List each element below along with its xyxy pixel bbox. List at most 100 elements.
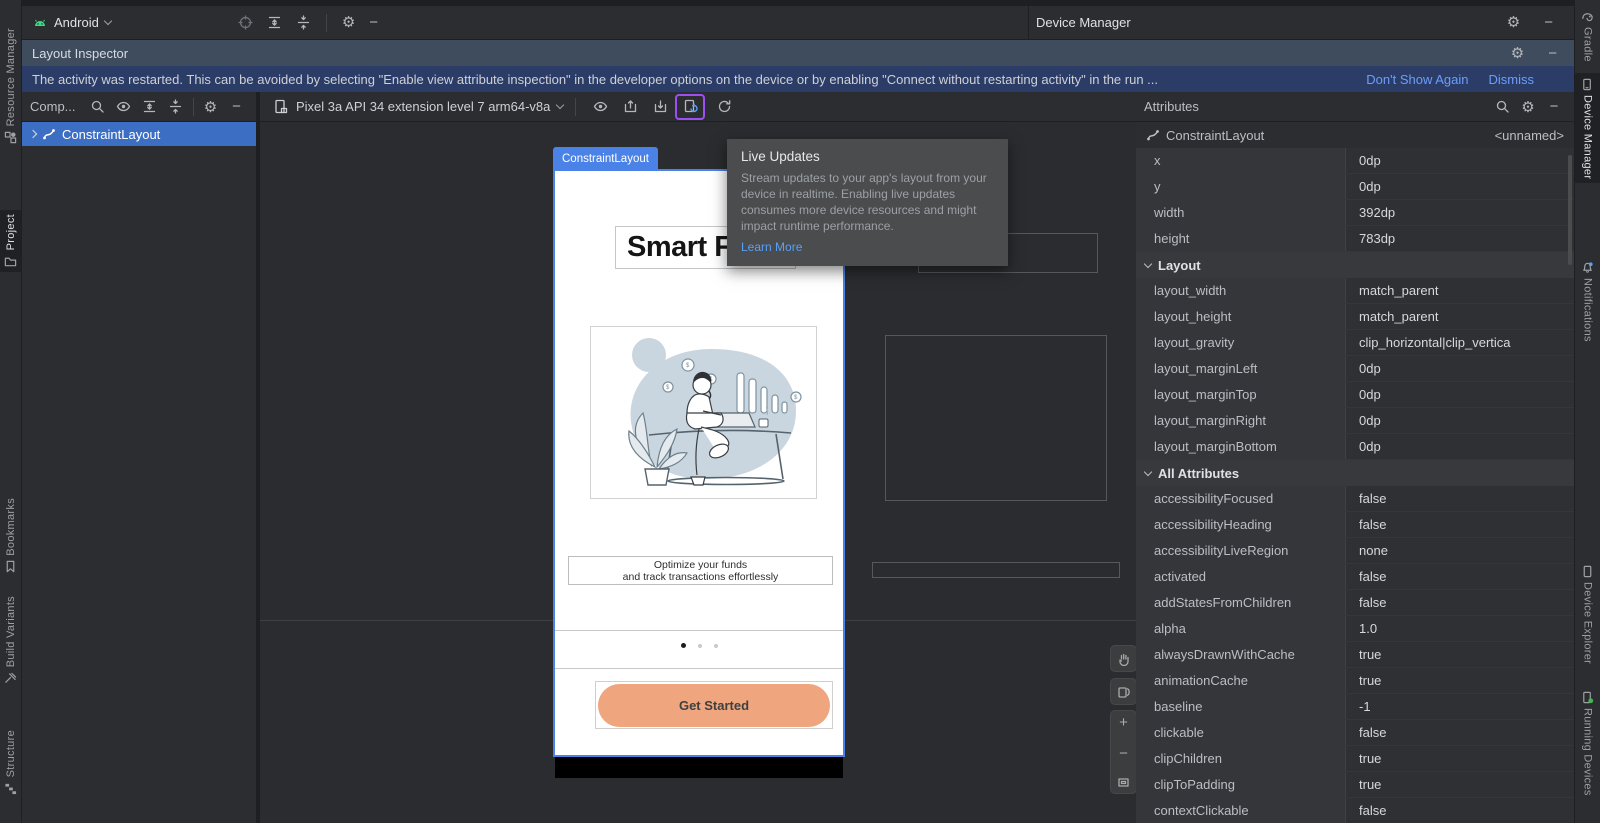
hide-window-icon[interactable]: − — [362, 15, 385, 30]
attribute-value[interactable]: true — [1345, 642, 1574, 667]
get-started-button[interactable]: Get Started — [598, 683, 830, 727]
stripe-device-explorer[interactable]: Device Explorer — [1575, 560, 1600, 668]
attribute-row[interactable]: x 0dp — [1136, 148, 1574, 174]
attribute-value[interactable]: false — [1345, 590, 1574, 615]
collapse-all-icon[interactable] — [164, 96, 188, 118]
settings-gear-icon[interactable]: ⚙ — [199, 96, 223, 118]
device-select[interactable]: Pixel 3a API 34 extension level 7 arm64-… — [274, 99, 565, 114]
settings-gear-icon[interactable]: ⚙ — [1504, 46, 1531, 61]
attribute-value[interactable]: -1 — [1345, 694, 1574, 719]
attribute-value[interactable]: true — [1345, 668, 1574, 693]
scrollbar-thumb[interactable] — [1568, 155, 1572, 265]
attribute-row[interactable]: layout_width match_parent — [1136, 278, 1574, 304]
attribute-row[interactable]: clickable false — [1136, 720, 1574, 746]
search-icon[interactable] — [86, 96, 110, 118]
attribute-value[interactable]: 0dp — [1345, 148, 1574, 173]
attribute-value[interactable]: 392dp — [1345, 200, 1574, 225]
hide-panel-icon[interactable]: − — [1542, 96, 1566, 118]
attribute-value[interactable]: true — [1345, 772, 1574, 797]
stripe-structure[interactable]: Structure — [0, 726, 21, 799]
expand-all-icon[interactable] — [138, 96, 162, 118]
hide-window-icon[interactable]: − — [1537, 15, 1560, 30]
export-snapshot-icon[interactable] — [618, 96, 642, 118]
refresh-icon[interactable] — [712, 96, 736, 118]
expand-node-chevron-icon[interactable] — [28, 129, 38, 139]
attribute-value[interactable]: 0dp — [1345, 382, 1574, 407]
attribute-row[interactable]: accessibilityLiveRegion none — [1136, 538, 1574, 564]
learn-more-link[interactable]: Learn More — [741, 240, 802, 254]
stripe-bookmarks[interactable]: Bookmarks — [0, 494, 21, 578]
attribute-row[interactable]: alwaysDrawnWithCache true — [1136, 642, 1574, 668]
attribute-value[interactable]: 0dp — [1345, 356, 1574, 381]
attribute-value[interactable]: false — [1345, 720, 1574, 745]
attribute-row[interactable]: layout_marginRight 0dp — [1136, 408, 1574, 434]
attribute-value[interactable]: 783dp — [1345, 226, 1574, 251]
stripe-notifications[interactable]: Notifications — [1575, 256, 1600, 346]
hide-panel-icon[interactable]: − — [225, 96, 249, 118]
attribute-value[interactable]: 0dp — [1345, 408, 1574, 433]
attribute-row[interactable]: accessibilityFocused false — [1136, 486, 1574, 512]
stripe-resource-manager[interactable]: Resource Manager — [0, 24, 21, 148]
attribute-row[interactable]: height 783dp — [1136, 226, 1574, 252]
zoom-to-fit-button[interactable] — [1117, 776, 1130, 789]
attribute-row[interactable]: animationCache true — [1136, 668, 1574, 694]
stripe-running-devices[interactable]: Running Devices — [1575, 686, 1600, 800]
attribute-row[interactable]: alpha 1.0 — [1136, 616, 1574, 642]
search-icon[interactable] — [1490, 96, 1514, 118]
tree-node-constraintlayout[interactable]: ConstraintLayout — [22, 122, 256, 146]
attributes-section-header[interactable]: All Attributes — [1136, 460, 1574, 486]
zoom-out-button[interactable]: − — [1119, 746, 1128, 761]
attribute-value[interactable]: match_parent — [1345, 304, 1574, 329]
selected-view-tab[interactable]: ConstraintLayout — [553, 147, 658, 170]
live-updates-toggle-icon[interactable] — [678, 96, 702, 118]
view-options-eye-icon[interactable] — [112, 96, 136, 118]
attribute-row[interactable]: layout_marginTop 0dp — [1136, 382, 1574, 408]
attribute-value[interactable]: false — [1345, 564, 1574, 589]
settings-gear-icon[interactable]: ⚙ — [335, 15, 362, 30]
stripe-device-manager[interactable]: Device Manager — [1575, 73, 1600, 184]
dont-show-again-link[interactable]: Don't Show Again — [1366, 72, 1468, 87]
stripe-build-variants[interactable]: Build Variants — [0, 592, 21, 689]
attribute-row[interactable]: layout_marginBottom 0dp — [1136, 434, 1574, 460]
view-options-eye-icon[interactable] — [588, 96, 612, 118]
pan-tool-button[interactable] — [1110, 645, 1136, 672]
stripe-project[interactable]: Project — [0, 210, 21, 273]
dismiss-link[interactable]: Dismiss — [1489, 72, 1535, 87]
attribute-value[interactable]: match_parent — [1345, 278, 1574, 303]
attribute-row[interactable]: clipChildren true — [1136, 746, 1574, 772]
attribute-value[interactable]: false — [1345, 512, 1574, 537]
settings-gear-icon[interactable]: ⚙ — [1516, 96, 1540, 118]
zoom-in-button[interactable]: + — [1119, 715, 1128, 730]
stripe-gradle[interactable]: Gradle — [1575, 5, 1600, 66]
expand-all-icon[interactable] — [260, 15, 289, 30]
attribute-row[interactable]: contextClickable false — [1136, 798, 1574, 823]
collapse-all-icon[interactable] — [289, 15, 318, 30]
import-snapshot-icon[interactable] — [648, 96, 672, 118]
attribute-value[interactable]: clip_horizontal|clip_vertica — [1345, 330, 1574, 355]
attribute-row[interactable]: clipToPadding true — [1136, 772, 1574, 798]
attach-debugger-icon[interactable] — [231, 15, 260, 30]
3d-mode-button[interactable] — [1110, 678, 1136, 705]
attribute-row[interactable]: activated false — [1136, 564, 1574, 590]
settings-gear-icon[interactable]: ⚙ — [1500, 15, 1527, 30]
attribute-value[interactable]: 0dp — [1345, 434, 1574, 459]
attributes-section-header[interactable]: Layout — [1136, 252, 1574, 278]
layout-inspector-canvas[interactable]: Pixel 3a API 34 extension level 7 arm64-… — [260, 92, 1136, 823]
attribute-row[interactable]: addStatesFromChildren false — [1136, 590, 1574, 616]
attribute-row[interactable]: y 0dp — [1136, 174, 1574, 200]
attribute-row[interactable]: width 392dp — [1136, 200, 1574, 226]
attribute-row[interactable]: layout_height match_parent — [1136, 304, 1574, 330]
attribute-value[interactable]: true — [1345, 746, 1574, 771]
attribute-row[interactable]: layout_marginLeft 0dp — [1136, 356, 1574, 382]
hide-window-icon[interactable]: − — [1541, 46, 1564, 61]
attribute-value[interactable]: 1.0 — [1345, 616, 1574, 641]
run-configuration-select[interactable]: Android — [22, 15, 113, 30]
attribute-value[interactable]: false — [1345, 486, 1574, 511]
attribute-row[interactable]: layout_gravity clip_horizontal|clip_verti… — [1136, 330, 1574, 356]
chevron-down-icon — [103, 16, 113, 26]
attribute-row[interactable]: accessibilityHeading false — [1136, 512, 1574, 538]
attribute-value[interactable]: false — [1345, 798, 1574, 823]
attribute-value[interactable]: 0dp — [1345, 174, 1574, 199]
attribute-row[interactable]: baseline -1 — [1136, 694, 1574, 720]
attribute-value[interactable]: none — [1345, 538, 1574, 563]
